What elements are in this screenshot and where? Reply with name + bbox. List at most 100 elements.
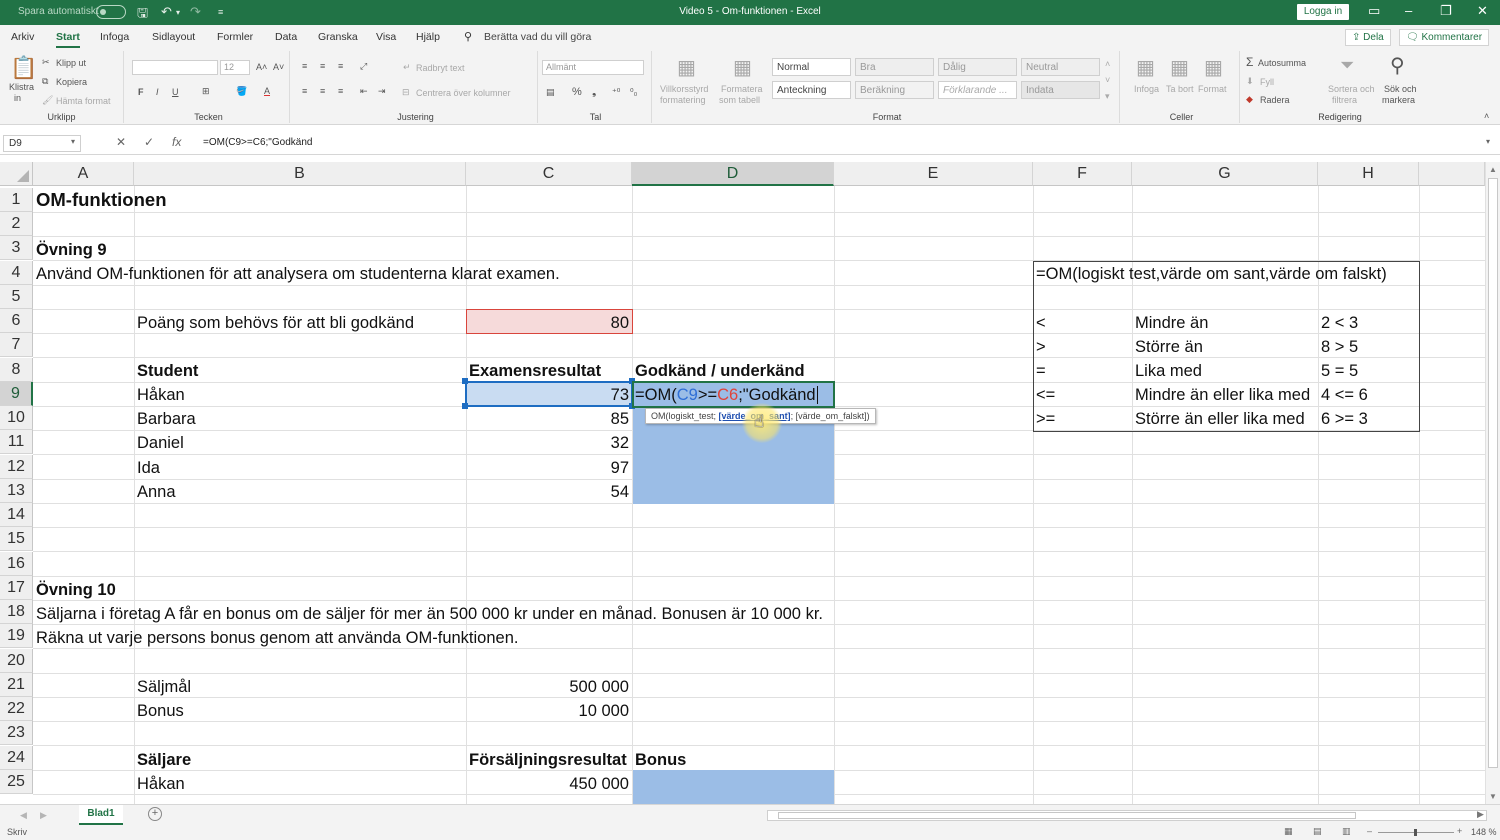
align-center-icon[interactable]: ≡: [320, 86, 325, 96]
tab-sidlayout[interactable]: Sidlayout: [152, 31, 195, 43]
vertical-scrollbar[interactable]: ▲ ▼: [1485, 162, 1500, 804]
row-header[interactable]: 17: [0, 576, 33, 600]
cancel-entry-icon[interactable]: ✕: [116, 135, 126, 149]
row-header[interactable]: 5: [0, 285, 33, 309]
copy-icon[interactable]: ⧉: [42, 76, 48, 87]
decrease-decimal-icon[interactable]: ⁰₀: [630, 87, 637, 98]
namebox-dropdown-icon[interactable]: ▾: [71, 137, 75, 146]
format-painter-icon[interactable]: 🖌: [42, 95, 53, 106]
zoom-out-icon[interactable]: –: [1367, 826, 1372, 836]
increase-indent-icon[interactable]: ⇥: [378, 86, 386, 97]
column-header-f[interactable]: F: [1033, 162, 1132, 186]
conditional-format-icon[interactable]: ▦: [677, 55, 696, 80]
column-header-c[interactable]: C: [466, 162, 632, 186]
sort-filter-icon[interactable]: ⏷: [1340, 55, 1354, 76]
restore-icon[interactable]: ❐: [1440, 3, 1452, 19]
tab-start[interactable]: Start: [56, 31, 80, 48]
share-button[interactable]: ⇪ Dela: [1345, 29, 1391, 46]
sort-filter-button-2[interactable]: filtrera: [1332, 95, 1357, 105]
next-sheet-icon[interactable]: ▶: [40, 810, 47, 821]
row-header[interactable]: 23: [0, 721, 33, 745]
row-header[interactable]: 25: [0, 770, 33, 794]
row-header[interactable]: 1: [0, 188, 33, 212]
font-color-icon[interactable]: A: [264, 86, 270, 96]
fill-button[interactable]: Fyll: [1260, 77, 1274, 87]
borders-icon[interactable]: ⊞: [202, 86, 210, 97]
formula-input[interactable]: =OM(C9>=C6;"Godkänd: [203, 137, 312, 148]
select-all-corner[interactable]: [0, 162, 33, 186]
page-layout-icon[interactable]: ▤: [1313, 826, 1322, 837]
row-header[interactable]: 11: [0, 430, 33, 454]
row-header[interactable]: 15: [0, 527, 33, 551]
style-calculation[interactable]: Beräkning: [855, 81, 934, 99]
insert-function-icon[interactable]: fx: [172, 135, 181, 149]
column-header-i[interactable]: [1419, 162, 1485, 186]
sheet-tab-blad1[interactable]: Blad1: [79, 805, 123, 825]
d9-formula-editing[interactable]: =OM(C9>=C6;"Godkänd: [632, 383, 821, 407]
row-header[interactable]: 16: [0, 552, 33, 576]
row-header[interactable]: 20: [0, 649, 33, 673]
column-header-d[interactable]: D: [632, 162, 834, 186]
page-break-view-icon[interactable]: ▥: [1342, 826, 1351, 837]
worksheet-grid[interactable]: A B C D E F G H 1 2 3 4 5 6 7 8 9 10 11 …: [0, 162, 1485, 804]
name-box[interactable]: D9: [3, 135, 81, 152]
thousands-icon[interactable]: ❟: [592, 86, 596, 99]
scroll-right-icon[interactable]: ▶: [1477, 809, 1484, 820]
copy-button[interactable]: Kopiera: [56, 77, 87, 87]
style-input[interactable]: Indata: [1021, 81, 1100, 99]
vertical-scroll-thumb[interactable]: [1488, 178, 1498, 768]
zoom-slider-knob[interactable]: [1414, 829, 1417, 836]
expand-formula-bar-icon[interactable]: ▾: [1486, 137, 1490, 146]
find-select-button[interactable]: Sök och: [1384, 84, 1417, 94]
tab-arkiv[interactable]: Arkiv: [11, 31, 34, 43]
currency-icon[interactable]: ▤: [546, 87, 555, 98]
cut-icon[interactable]: ✂: [42, 57, 50, 68]
column-header-b[interactable]: B: [134, 162, 466, 186]
column-header-h[interactable]: H: [1318, 162, 1419, 186]
merge-center-button[interactable]: Centrera över kolumner: [416, 88, 511, 98]
normal-view-icon[interactable]: ▦: [1284, 826, 1293, 837]
add-sheet-icon[interactable]: +: [148, 807, 162, 821]
conditional-format-button-2[interactable]: formatering: [660, 95, 706, 105]
tab-visa[interactable]: Visa: [376, 31, 396, 43]
align-left-icon[interactable]: ≡: [302, 86, 307, 96]
row-header[interactable]: 6: [0, 309, 33, 333]
styles-scroll-down-icon[interactable]: ˅: [1105, 75, 1110, 85]
login-button[interactable]: Logga in: [1297, 4, 1349, 20]
tell-me-input[interactable]: Berätta vad du vill göra: [484, 31, 591, 43]
horizontal-scroll-thumb[interactable]: [778, 812, 1356, 819]
delete-cells-icon[interactable]: ▦: [1170, 55, 1189, 80]
column-header-g[interactable]: G: [1132, 162, 1318, 186]
font-name-select[interactable]: [132, 60, 218, 75]
grow-font-icon[interactable]: A˄: [256, 62, 267, 72]
decrease-indent-icon[interactable]: ⇤: [360, 86, 368, 97]
column-header-e[interactable]: E: [834, 162, 1033, 186]
row-header[interactable]: 2: [0, 212, 33, 236]
increase-decimal-icon[interactable]: ⁺⁰: [612, 87, 620, 98]
row-header[interactable]: 7: [0, 333, 33, 357]
align-right-icon[interactable]: ≡: [338, 86, 343, 96]
column-header-a[interactable]: A: [33, 162, 134, 186]
format-as-table-icon[interactable]: ▦: [733, 55, 752, 80]
scroll-up-icon[interactable]: ▲: [1489, 165, 1497, 174]
row-header[interactable]: 9: [0, 382, 33, 406]
clear-icon[interactable]: ◆: [1246, 94, 1253, 105]
percent-icon[interactable]: %: [572, 86, 582, 98]
zoom-in-icon[interactable]: +: [1457, 826, 1462, 836]
insert-cells-icon[interactable]: ▦: [1136, 55, 1155, 80]
style-bad[interactable]: Dålig: [938, 58, 1017, 76]
find-select-icon[interactable]: ⚲: [1390, 53, 1405, 78]
minimize-icon[interactable]: –: [1405, 3, 1412, 18]
style-neutral[interactable]: Neutral: [1021, 58, 1100, 76]
row-header[interactable]: 3: [0, 236, 33, 260]
row-header[interactable]: 18: [0, 600, 33, 624]
fill-color-icon[interactable]: 🪣: [236, 86, 247, 97]
merge-icon[interactable]: ⊟: [402, 87, 410, 98]
font-size-select[interactable]: 12: [220, 60, 250, 75]
horizontal-scrollbar[interactable]: [767, 810, 1487, 821]
cut-button[interactable]: Klipp ut: [56, 58, 86, 68]
format-as-table-button-2[interactable]: som tabell: [719, 95, 760, 105]
autosum-icon[interactable]: Σ: [1246, 55, 1253, 69]
row-header[interactable]: 13: [0, 479, 33, 503]
bold-icon[interactable]: F: [138, 87, 144, 97]
